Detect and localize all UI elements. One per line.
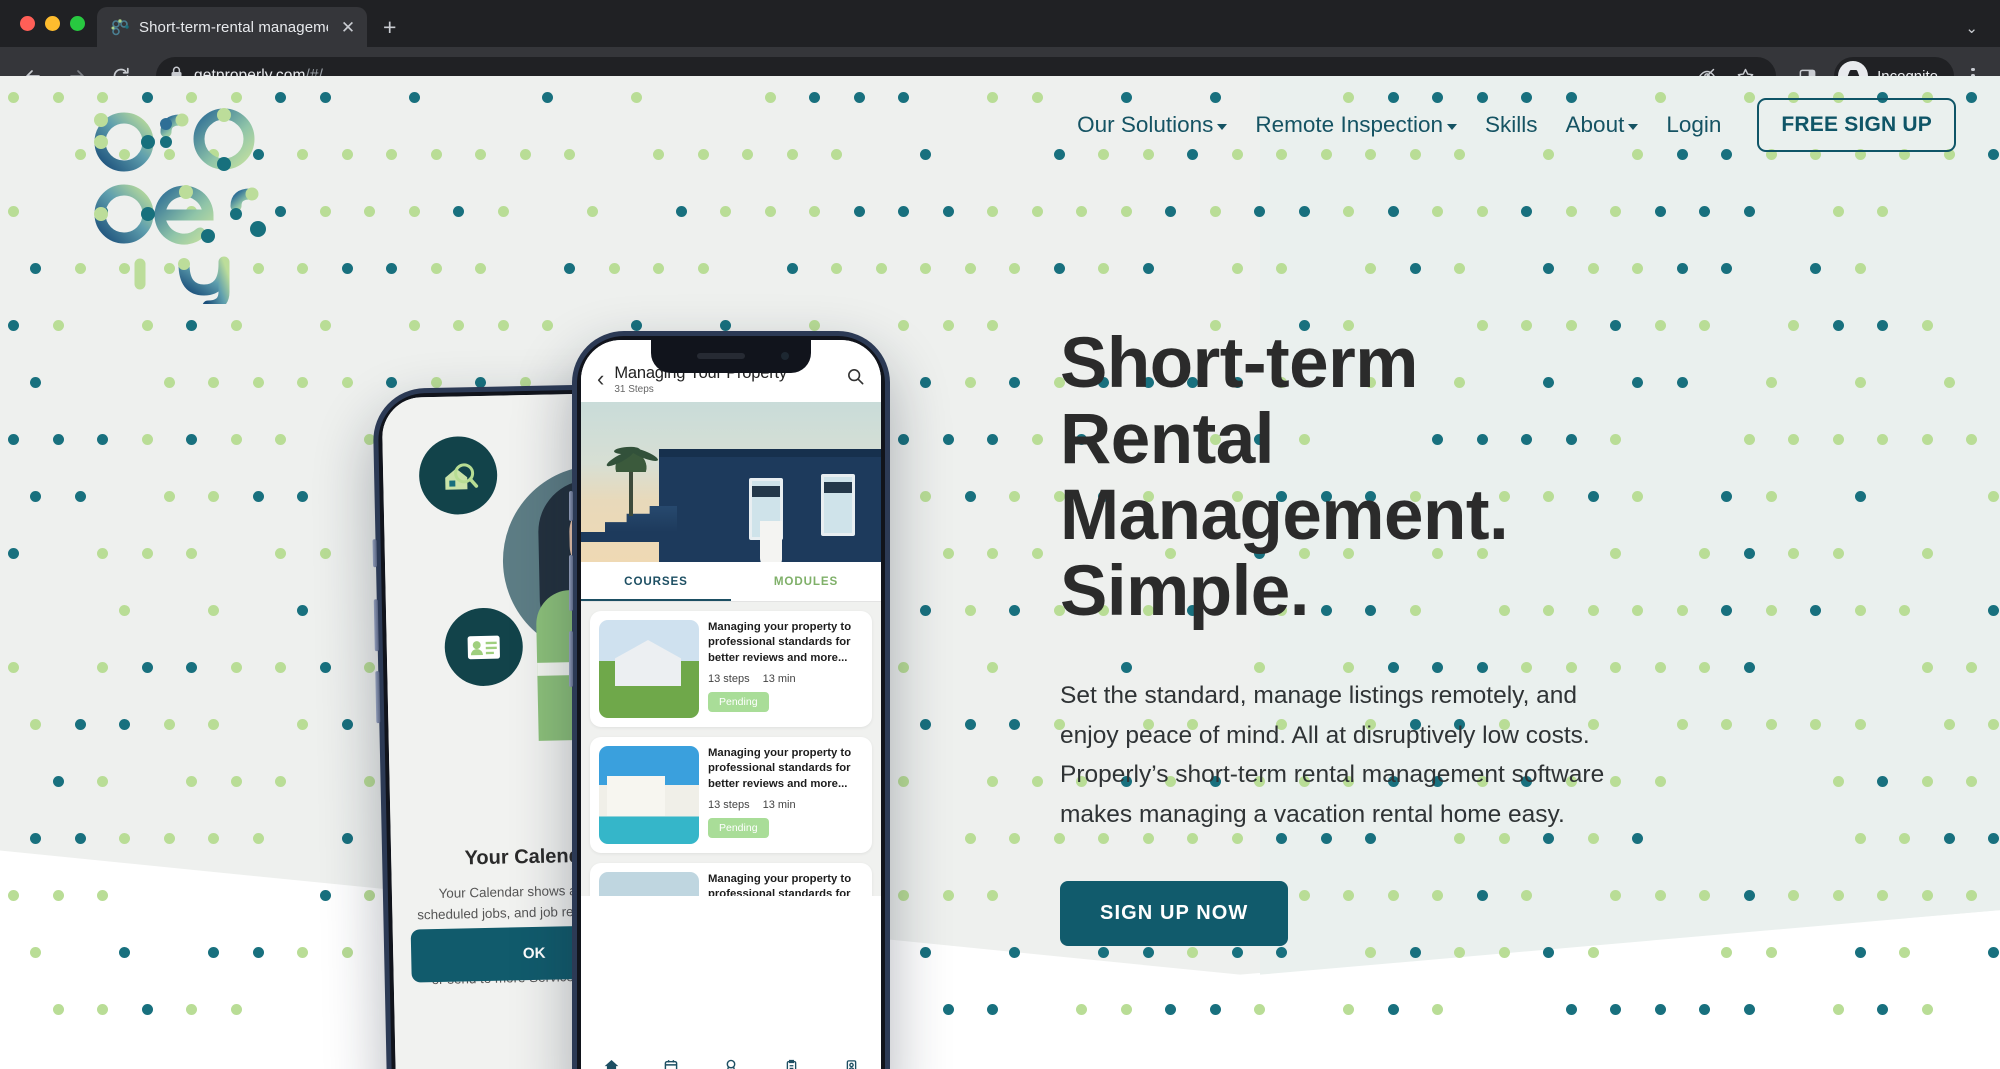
phone-mute-button (569, 491, 573, 521)
nav-label: About (1565, 112, 1625, 137)
course-duration: 13 min (762, 799, 796, 812)
properly-logo[interactable] (88, 94, 278, 312)
browser-tab[interactable]: Short-term-rental management ✕ (97, 7, 367, 47)
site-navigation: Our Solutions Remote Inspection Skills A… (1063, 98, 1956, 152)
tab-courses[interactable]: COURSES (581, 562, 731, 601)
chevron-down-icon (1628, 123, 1639, 130)
home-icon (581, 1057, 641, 1069)
course-hero-image (581, 402, 881, 562)
nav-item-remote-inspection[interactable]: Remote Inspection (1241, 112, 1471, 138)
contact-card-icon (443, 607, 524, 687)
heading-line-2: Rental (1060, 399, 1275, 479)
bottom-nav-skills[interactable]: Skills (701, 1057, 761, 1069)
clipboard-icon (761, 1057, 821, 1069)
badge-icon (701, 1057, 761, 1069)
course-title: Managing your property to professional s… (708, 747, 852, 790)
phone-front-mockup: ‹ Managing Your Property 31 Steps (569, 331, 890, 1069)
tab-title: Short-term-rental management (139, 18, 328, 36)
bottom-nav-properties[interactable]: Properties (581, 1057, 641, 1069)
phone-notch (651, 340, 811, 373)
decorative-dot-pattern (0, 76, 2000, 1069)
course-tabs: COURSES MODULES (581, 562, 881, 602)
browser-window: Short-term-rental management ✕ + ⌄ Our S… (0, 0, 2000, 1069)
heading-line-4: Simple. (1060, 551, 1310, 631)
calendar-icon (641, 1057, 701, 1069)
course-title: Managing your property to professional s… (708, 621, 852, 664)
search-icon[interactable] (846, 367, 865, 391)
course-steps: 13 steps (708, 673, 750, 686)
minimize-window-button[interactable] (45, 16, 60, 31)
course-title: Managing your property to professional s… (708, 873, 852, 896)
nav-item-login[interactable]: Login (1652, 112, 1735, 138)
hero-content: Short-term Rental Management. Simple. Se… (1060, 326, 1680, 946)
course-thumbnail (599, 746, 699, 844)
nav-label: Login (1666, 112, 1722, 137)
nav-item-skills[interactable]: Skills (1471, 112, 1552, 138)
course-card[interactable]: Managing your property to professional s… (590, 737, 872, 853)
phone-volume-up-button (569, 555, 573, 611)
maximize-window-button[interactable] (70, 16, 85, 31)
nav-label: Skills (1485, 112, 1538, 137)
close-window-button[interactable] (20, 16, 35, 31)
nav-label: Our Solutions (1077, 112, 1214, 137)
status-badge: Pending (708, 692, 769, 713)
phone-mute-button (372, 539, 378, 568)
bottom-navigation: Properties Calendar (581, 1050, 881, 1069)
course-card[interactable]: Managing your property to professional s… (590, 611, 872, 727)
app-header-subtitle: 31 Steps (614, 383, 654, 395)
property-search-icon (418, 435, 498, 516)
course-card[interactable]: Managing your property to professional s… (590, 863, 872, 896)
web-page: Our Solutions Remote Inspection Skills A… (0, 76, 2000, 1069)
phone-volume-down-button (569, 631, 573, 687)
close-icon[interactable]: ✕ (337, 19, 359, 36)
free-sign-up-button[interactable]: FREE SIGN UP (1757, 98, 1956, 152)
nav-item-about[interactable]: About (1552, 112, 1653, 138)
chevron-down-icon[interactable]: ⌄ (1965, 19, 1978, 37)
course-thumbnail (599, 620, 699, 718)
nav-item-our-solutions[interactable]: Our Solutions (1063, 112, 1241, 138)
bottom-nav-contacts[interactable]: Contacts (821, 1057, 881, 1069)
bottom-nav-calendar[interactable]: Calendar (641, 1057, 701, 1069)
chevron-down-icon (1217, 123, 1228, 130)
heading-line-3: Management. (1060, 475, 1509, 555)
window-controls (14, 0, 97, 47)
properly-logo-icon (111, 18, 130, 37)
phone-volume-up-button (373, 599, 379, 652)
page-title: Short-term Rental Management. Simple. (1060, 326, 1680, 630)
back-chevron-icon[interactable]: ‹ (597, 368, 604, 390)
nav-label: Remote Inspection (1255, 112, 1444, 137)
plus-icon[interactable]: + (383, 16, 396, 39)
bottom-nav-library[interactable]: Library (761, 1057, 821, 1069)
course-steps: 13 steps (708, 799, 750, 812)
course-duration: 13 min (762, 673, 796, 686)
tab-modules[interactable]: MODULES (731, 562, 881, 601)
heading-line-1: Short-term (1060, 324, 1418, 403)
contacts-icon (821, 1057, 881, 1069)
course-card-list: Managing your property to professional s… (581, 602, 881, 896)
phone-mockups: Your Calendar Your Calendar shows all of… (372, 331, 960, 1069)
status-badge: Pending (708, 818, 769, 839)
chevron-down-icon (1447, 123, 1458, 130)
hero-paragraph: Set the standard, manage listings remote… (1060, 681, 1605, 828)
tab-strip: Short-term-rental management ✕ + ⌄ (0, 0, 2000, 47)
course-thumbnail (599, 872, 699, 896)
sign-up-now-button[interactable]: SIGN UP NOW (1060, 880, 1289, 946)
phone-volume-down-button (375, 671, 381, 724)
